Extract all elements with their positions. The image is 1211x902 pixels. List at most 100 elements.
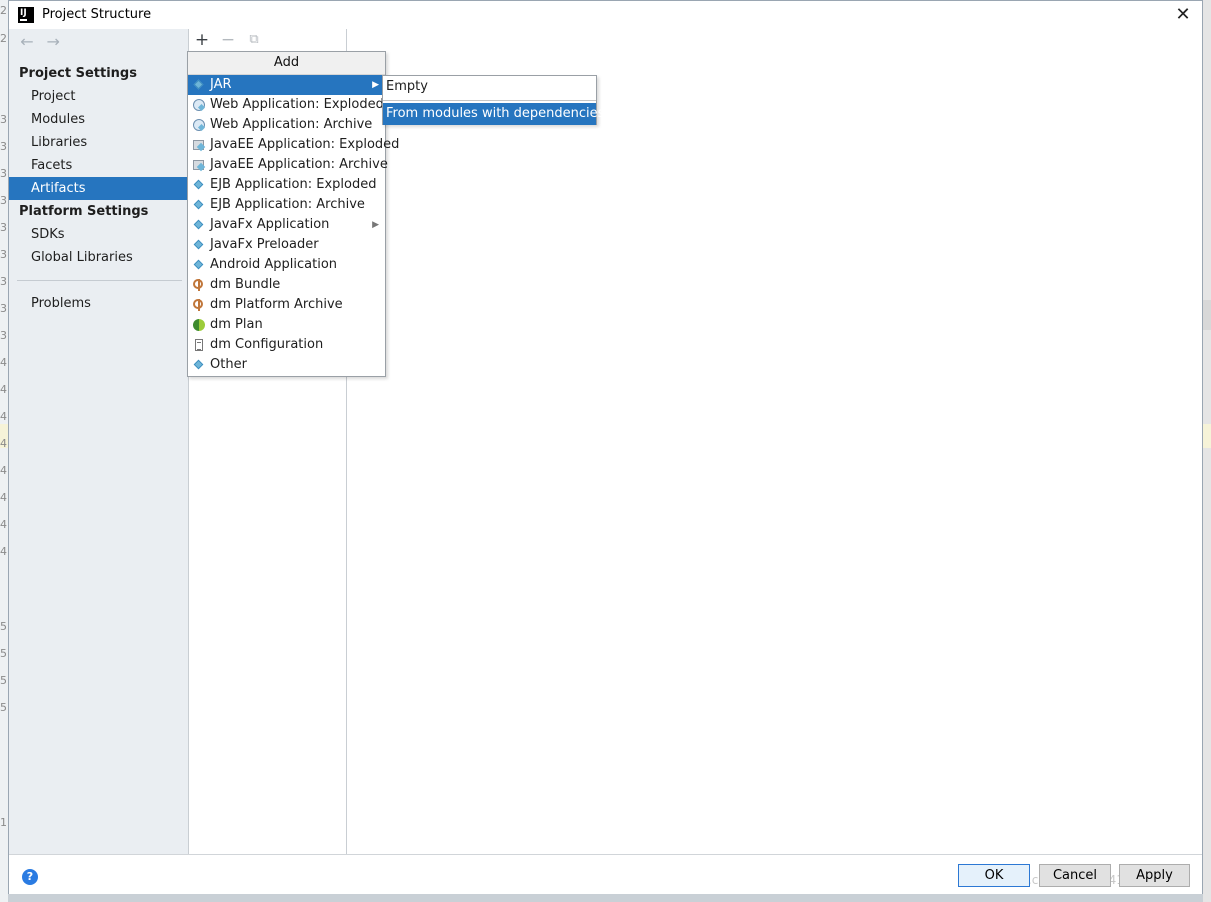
add-artifact-menu: Add JAR ▶ Web Application: Exploded Web … [187, 51, 399, 377]
copy-icon[interactable]: ⧉ [244, 30, 264, 50]
menu-item-label: Other [210, 357, 247, 372]
menu-item-web-app-archive[interactable]: Web Application: Archive [188, 115, 385, 135]
sidebar-item-artifacts[interactable]: Artifacts [9, 177, 188, 200]
bundle-icon [193, 299, 205, 311]
background-line-number: 4 [0, 491, 7, 504]
menu-item-label: JAR [210, 77, 232, 92]
project-settings-header: Project Settings [19, 66, 137, 81]
background-line-number: 2 [0, 32, 7, 45]
submenu-item-from-modules[interactable]: From modules with dependencies... [383, 103, 617, 125]
background-line-number: 4 [0, 383, 7, 396]
background-line-number: 3 [0, 329, 7, 342]
submenu-item-empty[interactable]: Empty [383, 76, 596, 98]
menu-item-label: JavaFx Preloader [210, 237, 319, 252]
background-line-number: 4 [0, 410, 7, 423]
background-line-number: 2 [0, 4, 7, 17]
remove-icon[interactable]: − [218, 30, 238, 50]
menu-item-javaee-exploded[interactable]: JavaEE Application: Exploded [188, 135, 399, 155]
submenu-arrow-icon: ▶ [372, 220, 379, 230]
background-line-number: 3 [0, 248, 7, 261]
background-line-number: 3 [0, 221, 7, 234]
background-line-number: 5 [0, 620, 7, 633]
history-navigation: ← → [16, 31, 64, 55]
sidebar-item-facets[interactable]: Facets [9, 154, 188, 177]
diamond-icon [193, 359, 205, 371]
config-icon [193, 339, 205, 351]
bundle-icon [193, 279, 205, 291]
background-editor-gutter: 2 2 3 3 3 3 3 3 3 3 3 4 4 4 4 4 4 4 4 5 … [0, 0, 8, 902]
plan-icon [193, 319, 205, 331]
menu-item-web-app-exploded[interactable]: Web Application: Exploded [188, 95, 385, 115]
intellij-app-icon: IJ [18, 7, 34, 23]
sidebar-item-libraries[interactable]: Libraries [9, 131, 188, 154]
background-line-number: 4 [0, 545, 7, 558]
close-button[interactable]: ✕ [1170, 3, 1196, 27]
menu-item-javafx-preloader[interactable]: JavaFx Preloader [188, 235, 385, 255]
background-line-highlight [1203, 424, 1211, 448]
menu-item-label: EJB Application: Archive [210, 197, 365, 212]
cancel-button[interactable]: Cancel [1039, 864, 1111, 887]
menu-item-dm-plan[interactable]: dm Plan [188, 315, 385, 335]
menu-item-label: dm Bundle [210, 277, 281, 292]
menu-item-dm-configuration[interactable]: dm Configuration [188, 335, 385, 355]
web-app-icon [193, 99, 205, 111]
menu-item-dm-bundle[interactable]: dm Bundle [188, 275, 385, 295]
web-app-icon [193, 119, 205, 131]
diamond-icon [193, 239, 205, 251]
menu-item-label: Web Application: Archive [210, 117, 373, 132]
menu-item-label: dm Platform Archive [210, 297, 343, 312]
sidebar-item-sdks[interactable]: SDKs [9, 223, 188, 246]
apply-button[interactable]: Apply [1119, 864, 1190, 887]
diamond-icon [193, 259, 205, 271]
help-icon[interactable]: ? [22, 869, 38, 885]
background-line-number: 3 [0, 194, 7, 207]
menu-item-ejb-archive[interactable]: EJB Application: Archive [188, 195, 385, 215]
menu-item-label: EJB Application: Exploded [210, 177, 377, 192]
add-icon[interactable]: + [192, 30, 212, 50]
javaee-icon [193, 159, 205, 171]
diamond-icon [193, 219, 205, 231]
sidebar-item-project[interactable]: Project [9, 85, 188, 108]
menu-item-jar[interactable]: JAR ▶ [188, 75, 385, 95]
javaee-icon [193, 139, 205, 151]
platform-settings-header: Platform Settings [19, 204, 149, 219]
diamond-icon [193, 179, 205, 191]
forward-arrow-icon[interactable]: → [42, 31, 64, 53]
background-line-number: 3 [0, 113, 7, 126]
diamond-icon [193, 199, 205, 211]
background-editor-scrollbar [1203, 0, 1211, 902]
menu-item-label: dm Configuration [210, 337, 324, 352]
menu-item-label: dm Plan [210, 317, 263, 332]
background-line-number: 3 [0, 275, 7, 288]
background-line-number: 5 [0, 647, 7, 660]
background-line-number: 5 [0, 674, 7, 687]
submenu-separator [383, 100, 596, 101]
sidebar-item-problems[interactable]: Problems [9, 292, 188, 315]
background-scroll-thumb [1203, 300, 1211, 330]
menu-item-javaee-archive[interactable]: JavaEE Application: Archive [188, 155, 388, 175]
menu-item-other[interactable]: Other [188, 355, 385, 375]
menu-item-label: JavaEE Application: Archive [210, 157, 388, 172]
sidebar-item-global-libraries[interactable]: Global Libraries [9, 246, 188, 269]
background-line-number: 1 [0, 816, 7, 829]
sidebar-item-modules[interactable]: Modules [9, 108, 188, 131]
menu-item-android-application[interactable]: Android Application [188, 255, 385, 275]
background-line-number: 3 [0, 167, 7, 180]
background-line-number: 3 [0, 302, 7, 315]
background-line-number: 4 [0, 437, 7, 450]
jar-submenu: Empty From modules with dependencies... [382, 75, 617, 125]
menu-item-ejb-exploded[interactable]: EJB Application: Exploded [188, 175, 385, 195]
menu-item-dm-platform-archive[interactable]: dm Platform Archive [188, 295, 385, 315]
artifacts-toolbar: + − ⧉ [189, 29, 346, 51]
submenu-arrow-icon: ▶ [372, 80, 379, 90]
menu-item-javafx-application[interactable]: JavaFx Application ▶ [188, 215, 385, 235]
dialog-button-bar: ? https://blog.csdn.net/qq_41594978 OK C… [9, 854, 1202, 894]
back-arrow-icon[interactable]: ← [16, 31, 38, 53]
add-menu-header: Add [188, 52, 385, 75]
ok-button[interactable]: OK [958, 864, 1030, 887]
window-title: Project Structure [42, 7, 152, 22]
background-line-number: 4 [0, 464, 7, 477]
background-line-number: 3 [0, 140, 7, 153]
title-bar: IJ Project Structure ✕ [9, 1, 1202, 29]
menu-item-label: Android Application [210, 257, 338, 272]
